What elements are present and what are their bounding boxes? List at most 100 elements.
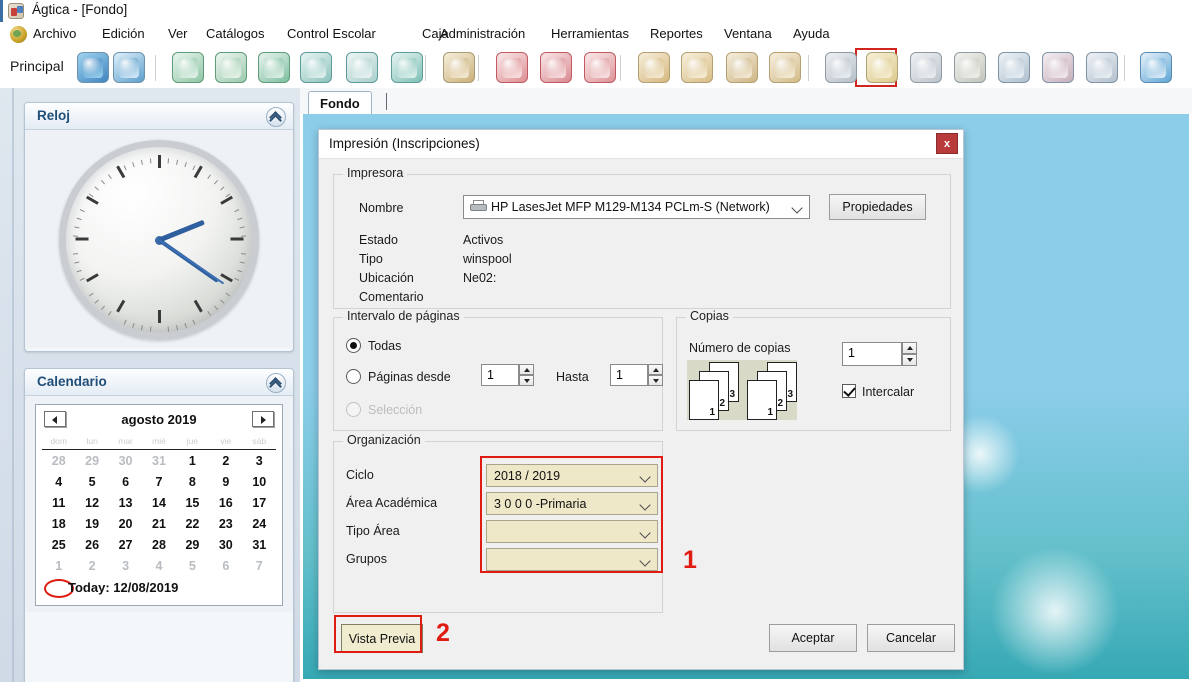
calendar-day[interactable]: 8 [176,471,209,492]
plane-gold-icon[interactable] [638,52,670,83]
calendar-day[interactable]: 4 [142,555,175,576]
calendar-day[interactable]: 28 [42,450,75,472]
menu-item-edici-n[interactable]: Edición [102,26,145,41]
menu-item-herramientas[interactable]: Herramientas [551,26,629,41]
calendar-day[interactable]: 12 [75,492,108,513]
stepper-down-icon[interactable] [648,375,663,386]
accept-button[interactable]: Aceptar [769,624,857,652]
clock-hour-tick [85,273,99,283]
menu-item-ayuda[interactable]: Ayuda [793,26,830,41]
menu-item-archivo[interactable]: Archivo [33,26,76,41]
calendar-day[interactable]: 5 [75,471,108,492]
menu-item-control-escolar[interactable]: Control Escolar [287,26,376,41]
calendar-day[interactable]: 6 [109,471,142,492]
calendar-grid[interactable]: dom lun mar mié jue vie sáb 28 29 30 31 1 2 3 4 5 6 7 8 9 1… [42,433,276,576]
menu-item-ventana[interactable]: Ventana [724,26,772,41]
cabinet-gold-icon[interactable] [443,52,475,83]
group-people-icon[interactable] [215,52,247,83]
calendar-day[interactable]: 7 [243,555,276,576]
report-list-icon[interactable] [998,52,1030,83]
menu-item-cat-logos[interactable]: Catálogos [206,26,265,41]
properties-button[interactable]: Propiedades [829,194,926,220]
printer-select[interactable]: HP LasesJet MFP M129-M134 PCLm-S (Networ… [463,195,810,219]
coins-silver-icon[interactable] [954,52,986,83]
calendar-day[interactable]: 30 [209,534,242,555]
menu-item-reportes[interactable]: Reportes [650,26,703,41]
chevron-up-icon[interactable] [266,373,286,393]
calendar-day[interactable]: 2 [75,555,108,576]
calendar-day[interactable]: 22 [176,513,209,534]
calendar-day[interactable]: 29 [176,534,209,555]
report-pink-icon[interactable] [1042,52,1074,83]
calendar-icon[interactable] [1086,52,1118,83]
calendar-day[interactable]: 24 [243,513,276,534]
stepper-up-icon[interactable] [902,342,917,354]
edit-note-icon[interactable] [681,52,713,83]
calendar-day[interactable]: 30 [109,450,142,472]
leaf-gold-icon[interactable] [769,52,801,83]
calendar-day[interactable]: 16 [209,492,242,513]
id-card-icon[interactable] [300,52,332,83]
calendar-day[interactable]: 20 [109,513,142,534]
globe-people-icon[interactable] [258,52,290,83]
radio-todas[interactable] [346,338,361,353]
collate-checkbox[interactable] [842,384,856,398]
at-sign-icon[interactable] [391,52,423,83]
cash-silver-icon[interactable] [910,52,942,83]
payment-silver-icon[interactable] [825,52,857,83]
tab-fondo[interactable]: Fondo [308,91,372,114]
menu-item-ver[interactable]: Ver [168,26,188,41]
stepper-down-icon[interactable] [902,354,917,366]
arrow-right-icon[interactable] [252,411,274,427]
chevron-up-icon[interactable] [266,107,286,127]
calendar-day[interactable]: 5 [176,555,209,576]
calendar-day[interactable]: 13 [109,492,142,513]
calendar-day[interactable]: 31 [243,534,276,555]
compass-icon[interactable] [346,52,378,83]
chart-bars-icon[interactable] [113,52,145,83]
calendar-day[interactable]: 7 [142,471,175,492]
cancel-button[interactable]: Cancelar [867,624,955,652]
calendar-day[interactable]: 19 [75,513,108,534]
stepper-up-icon[interactable] [648,364,663,375]
cloud-gold-icon[interactable] [726,52,758,83]
page-from-input[interactable]: 1 [481,364,519,386]
stepper-up-icon[interactable] [519,364,534,375]
page-to-input[interactable]: 1 [610,364,648,386]
calendar-day[interactable]: 28 [142,534,175,555]
calendar-day[interactable]: 2 [209,450,242,472]
copies-input[interactable]: 1 [842,342,902,366]
calendar-day[interactable]: 1 [176,450,209,472]
calendar-day[interactable]: 25 [42,534,75,555]
calendar-day[interactable]: 15 [176,492,209,513]
globe-blue-icon[interactable] [77,52,109,83]
calendar-day[interactable]: 9 [209,471,242,492]
calendar-day[interactable]: 14 [142,492,175,513]
calendar-day[interactable]: 29 [75,450,108,472]
calendar-day[interactable]: 31 [142,450,175,472]
radio-paginas-desde[interactable] [346,369,361,384]
calendar-day[interactable]: 6 [209,555,242,576]
calendar-day[interactable]: 3 [243,450,276,472]
calendar-day[interactable]: 4 [42,471,75,492]
menu-item-administraci-n[interactable]: Administración [440,26,525,41]
calendar-day[interactable]: 17 [243,492,276,513]
calendar-day[interactable]: 27 [109,534,142,555]
teachers-red-icon[interactable] [496,52,528,83]
calendar-day[interactable]: 18 [42,513,75,534]
calendar-day[interactable]: 1 [42,555,75,576]
exit-cancel-icon[interactable] [1140,52,1172,83]
calendar-day[interactable]: 11 [42,492,75,513]
pen-gold-icon[interactable] [172,52,204,83]
students-red-icon[interactable] [540,52,572,83]
calendar-day[interactable]: 23 [209,513,242,534]
calendar-day[interactable]: 10 [243,471,276,492]
calendar-day[interactable]: 21 [142,513,175,534]
calendar-day[interactable]: 3 [109,555,142,576]
id-card-red-icon[interactable] [584,52,616,83]
close-icon[interactable]: x [936,133,958,154]
toolbar-separator [478,55,479,81]
money-gold-icon[interactable] [866,52,898,83]
stepper-down-icon[interactable] [519,375,534,386]
calendar-day[interactable]: 26 [75,534,108,555]
